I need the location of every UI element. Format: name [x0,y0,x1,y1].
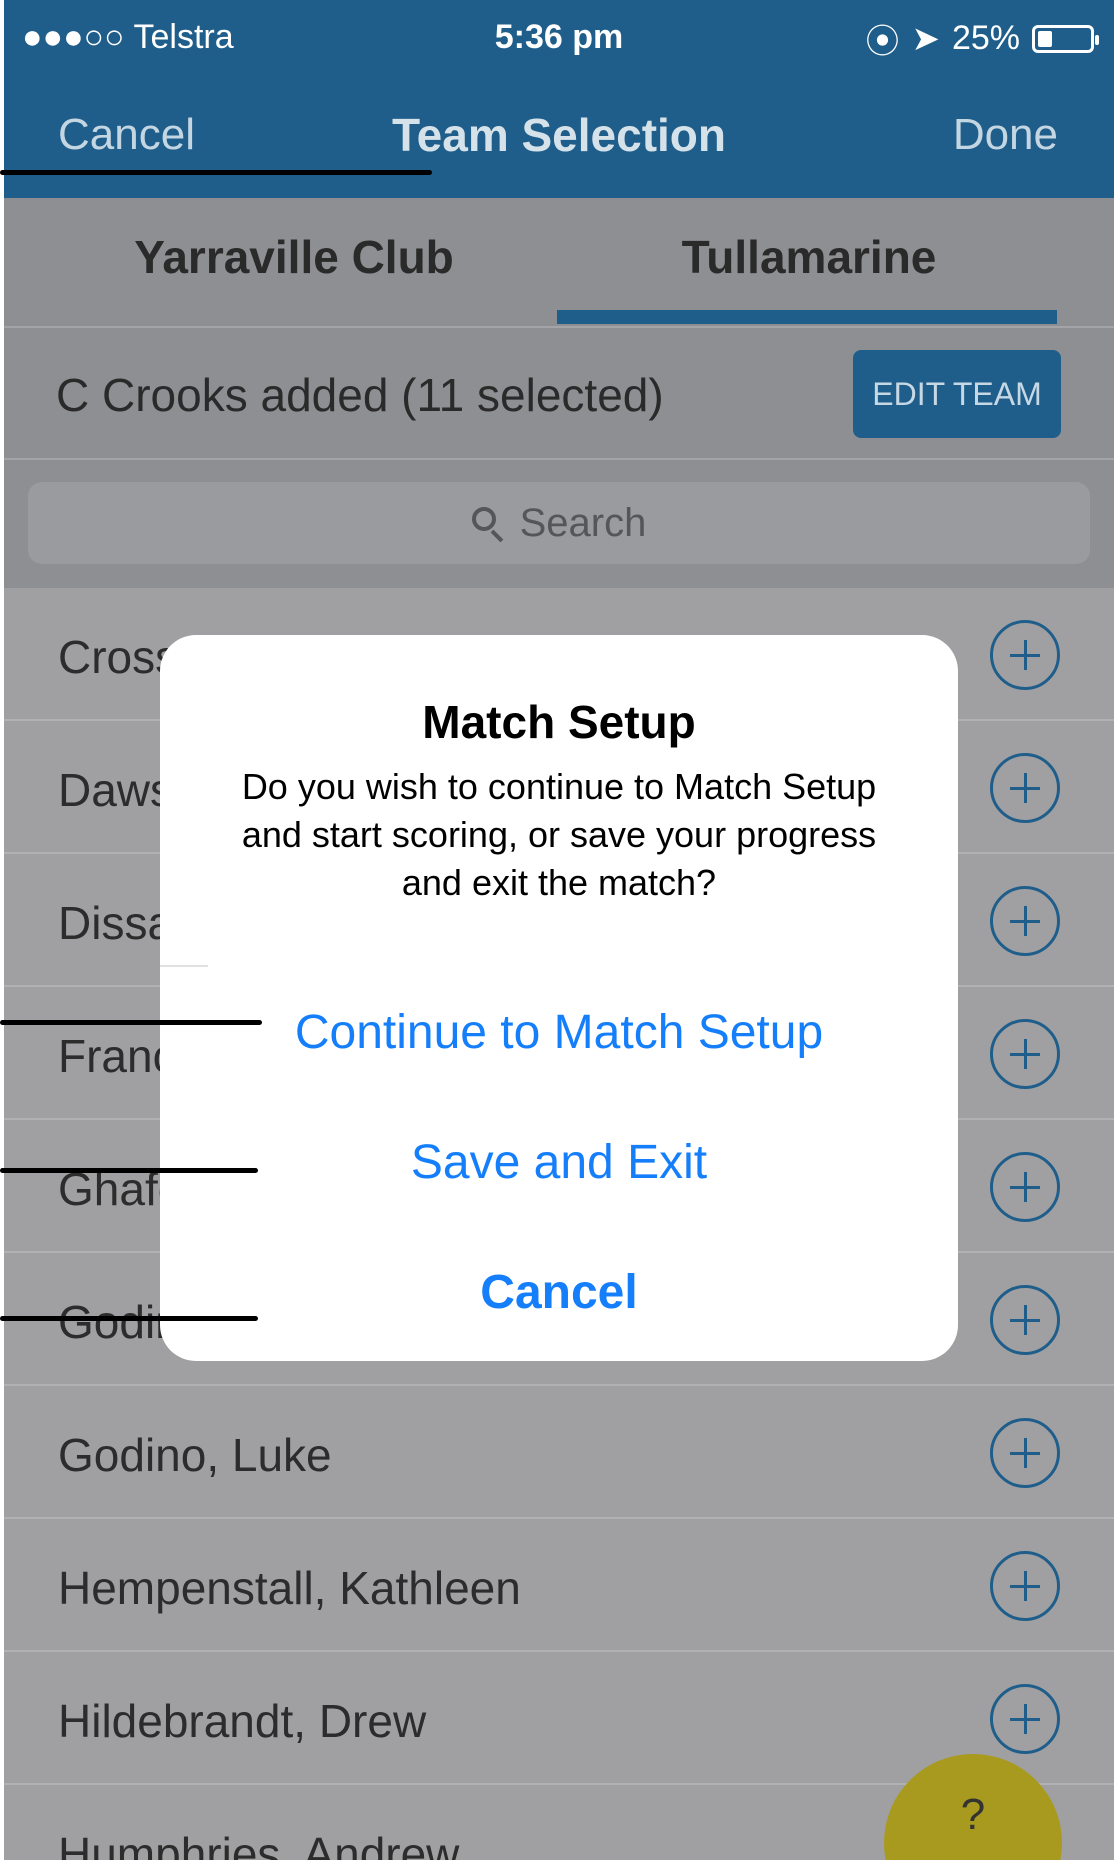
continue-to-match-setup-button[interactable]: Continue to Match Setup [160,1005,958,1060]
add-player-icon[interactable] [990,1285,1060,1355]
tab-selected-indicator [557,310,1057,324]
alert-cancel-button[interactable]: Cancel [160,1265,958,1320]
player-name: Humphries, Andrew [58,1828,460,1860]
alert-title: Match Setup [422,696,696,748]
header: ●●●○○ Telstra 5:36 pm ⦿ ➤ 25% Cancel Tea… [4,0,1114,198]
player-name: Hildebrandt, Drew [58,1695,427,1747]
list-item[interactable]: Hempenstall, Kathleen [4,1519,1114,1652]
add-player-icon[interactable] [990,753,1060,823]
add-player-icon[interactable] [990,886,1060,956]
annotation-line [0,1020,262,1025]
tab-yarraville-club[interactable]: Yarraville Club [34,230,554,284]
location-arrow-icon: ➤ [911,19,940,58]
add-player-icon[interactable] [990,1418,1060,1488]
list-item[interactable]: Godino, Luke [4,1386,1114,1519]
battery-percent: 25% [951,19,1020,57]
annotation-line [0,1168,258,1173]
nav-bar: Cancel Team Selection Done [4,90,1114,180]
match-setup-alert: Match Setup Do you wish to continue to M… [160,635,958,1361]
search-placeholder: Search [519,500,647,545]
selection-status-row: C Crooks added (11 selected) EDIT TEAM [4,328,1114,460]
player-name: Godino, Luke [58,1429,332,1481]
annotation-line [0,1316,258,1321]
status-bar: ●●●○○ Telstra 5:36 pm ⦿ ➤ 25% [4,0,1114,78]
alert-message: Do you wish to continue to Match Setup a… [241,766,877,903]
alert-divider [160,965,208,967]
tab-tullamarine[interactable]: Tullamarine [549,230,1069,284]
edit-team-button[interactable]: EDIT TEAM [853,350,1061,438]
add-player-icon[interactable] [990,620,1060,690]
page-title: Team Selection [391,109,727,161]
add-player-icon[interactable] [990,1684,1060,1754]
save-and-exit-button[interactable]: Save and Exit [160,1135,958,1190]
annotation-line [0,170,432,175]
nav-done-button[interactable]: Done [953,110,1058,160]
add-player-icon[interactable] [990,1551,1060,1621]
battery-icon [1032,24,1099,53]
team-tabs: Yarraville Club Tullamarine [4,198,1114,328]
team-selection-screen: ●●●○○ Telstra 5:36 pm ⦿ ➤ 25% Cancel Tea… [0,0,1114,1860]
add-player-icon[interactable] [990,1019,1060,1089]
rotation-lock-icon: ⦿ [865,23,900,61]
search-input[interactable]: Search [28,482,1090,564]
status-right: ⦿ ➤ 25% [865,14,1099,63]
player-name: Hempenstall, Kathleen [58,1562,521,1614]
search-icon [471,507,504,539]
search-bar: Search [4,460,1114,588]
selection-status-text: C Crooks added (11 selected) [56,369,664,421]
add-player-icon[interactable] [990,1152,1060,1222]
